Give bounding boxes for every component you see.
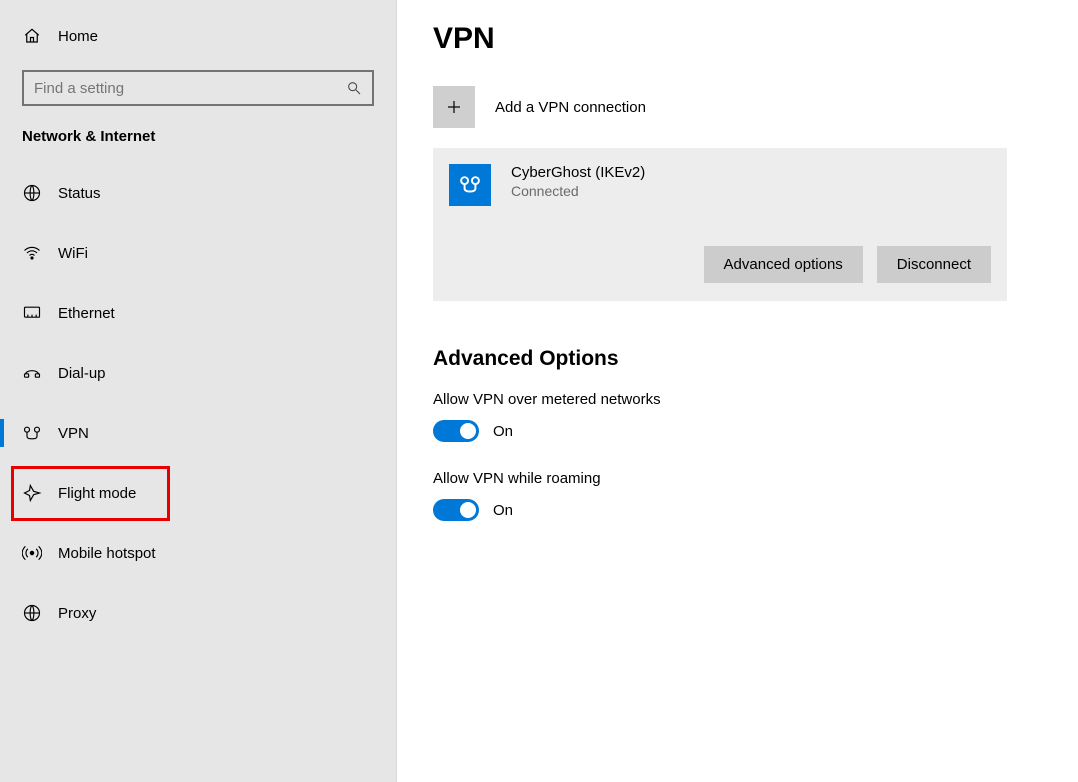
toggle-metered[interactable] (433, 420, 479, 442)
search-input[interactable] (34, 80, 346, 97)
vpn-connection-name: CyberGhost (IKEv2) (511, 164, 645, 181)
vpn-connection-status: Connected (511, 183, 645, 199)
sidebar: Home Network & Internet Status WiFi (0, 0, 397, 782)
home-link[interactable]: Home (0, 18, 396, 54)
advanced-options-heading: Advanced Options (433, 347, 1038, 371)
search-box[interactable] (22, 70, 374, 106)
sidebar-item-label: Mobile hotspot (58, 545, 156, 562)
home-label: Home (58, 28, 98, 45)
vpn-connection-card[interactable]: CyberGhost (IKEv2) Connected Advanced op… (433, 148, 1007, 301)
sidebar-item-label: Proxy (58, 605, 96, 622)
page-title: VPN (433, 22, 1038, 56)
sidebar-item-wifi[interactable]: WiFi (0, 223, 396, 283)
advanced-options-button[interactable]: Advanced options (704, 246, 863, 283)
hotspot-icon (22, 543, 42, 563)
sidebar-item-status[interactable]: Status (0, 163, 396, 223)
add-vpn-connection[interactable]: Add a VPN connection (433, 86, 1038, 128)
toggle-roaming[interactable] (433, 499, 479, 521)
toggle-roaming-group: Allow VPN while roaming On (433, 470, 1038, 521)
sidebar-item-vpn[interactable]: VPN (0, 403, 396, 463)
category-heading: Network & Internet (0, 128, 396, 163)
sidebar-item-label: VPN (58, 425, 89, 442)
main-content: VPN Add a VPN connection CyberGhost (IKE… (397, 0, 1078, 782)
sidebar-item-proxy[interactable]: Proxy (0, 583, 396, 643)
toggle-metered-group: Allow VPN over metered networks On (433, 391, 1038, 442)
toggle-roaming-label: Allow VPN while roaming (433, 470, 1038, 487)
vpn-icon (22, 423, 42, 443)
sidebar-item-label: WiFi (58, 245, 88, 262)
proxy-icon (22, 603, 42, 623)
toggle-metered-state: On (493, 423, 513, 440)
wifi-icon (22, 243, 42, 263)
airplane-icon (22, 483, 42, 503)
sidebar-item-label: Flight mode (58, 485, 136, 502)
sidebar-item-dialup[interactable]: Dial-up (0, 343, 396, 403)
sidebar-item-label: Dial-up (58, 365, 106, 382)
plus-icon (433, 86, 475, 128)
sidebar-item-hotspot[interactable]: Mobile hotspot (0, 523, 396, 583)
dialup-icon (22, 363, 42, 383)
toggle-metered-label: Allow VPN over metered networks (433, 391, 1038, 408)
sidebar-item-label: Ethernet (58, 305, 115, 322)
status-icon (22, 183, 42, 203)
home-icon (22, 26, 42, 46)
ethernet-icon (22, 303, 42, 323)
search-icon (346, 80, 362, 96)
vpn-connection-icon (449, 164, 491, 206)
sidebar-item-ethernet[interactable]: Ethernet (0, 283, 396, 343)
sidebar-item-label: Status (58, 185, 101, 202)
toggle-roaming-state: On (493, 502, 513, 519)
disconnect-button[interactable]: Disconnect (877, 246, 991, 283)
sidebar-item-flightmode[interactable]: Flight mode (0, 463, 396, 523)
add-vpn-label: Add a VPN connection (495, 99, 646, 116)
